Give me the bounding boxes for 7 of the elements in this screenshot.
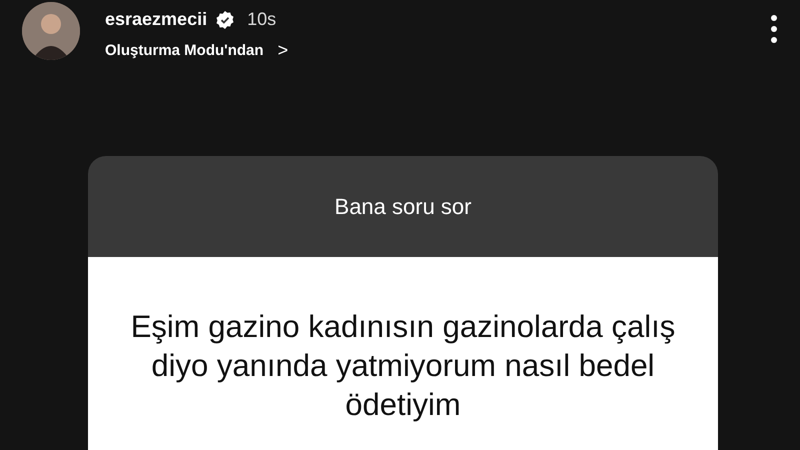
username[interactable]: esraezmecii xyxy=(105,9,208,30)
post-time: 10s xyxy=(247,9,276,30)
source-link[interactable]: Oluşturma Modu'ndan xyxy=(105,42,264,59)
question-text: Eşim gazino kadınısın gazinolarda çalış diyo yanında yatmiyorum nasıl bedel ödetiyim xyxy=(130,308,676,424)
chevron-text[interactable]: > xyxy=(278,40,288,61)
more-options-icon[interactable] xyxy=(770,14,778,44)
card-title: Bana soru sor xyxy=(334,194,472,220)
